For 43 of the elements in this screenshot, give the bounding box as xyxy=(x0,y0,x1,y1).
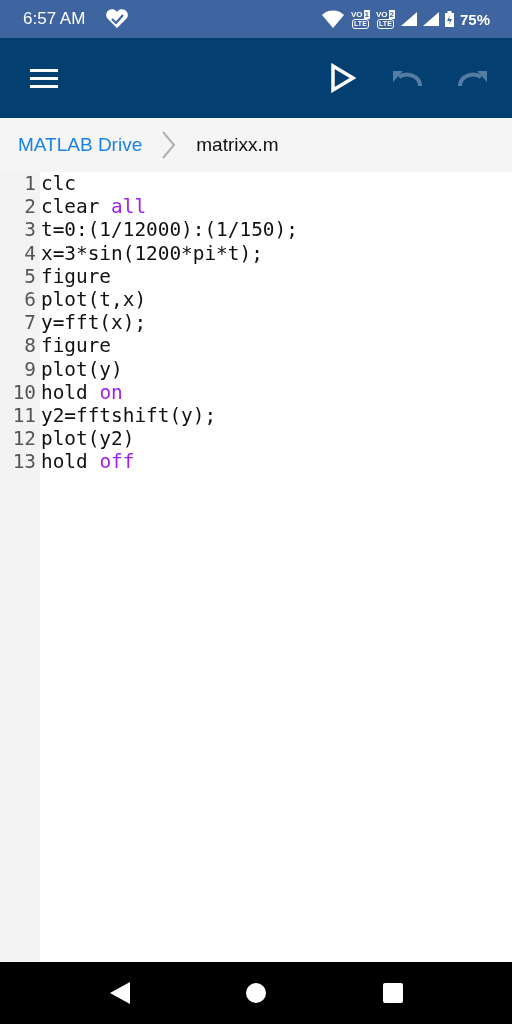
battery-icon xyxy=(444,11,454,27)
undo-icon xyxy=(392,69,422,87)
line-number: 9 xyxy=(24,357,37,381)
line-number: 5 xyxy=(24,264,37,288)
line-number: 7 xyxy=(24,311,37,335)
play-icon xyxy=(330,63,356,93)
recents-icon xyxy=(381,982,404,1004)
code-line: plot(y) xyxy=(41,357,124,381)
line-number: 13 xyxy=(12,450,37,474)
breadcrumb-link[interactable]: MATLAB Drive xyxy=(18,134,143,156)
line-number: 6 xyxy=(24,288,37,312)
menu-icon xyxy=(30,68,58,88)
code-line: y=fft(x); xyxy=(41,311,148,335)
signal-icon xyxy=(422,12,439,26)
battery-text: 75% xyxy=(459,10,490,28)
home-icon xyxy=(245,982,267,1004)
code-line: plot(y2) xyxy=(41,427,136,451)
code-line: plot(t,x) xyxy=(41,288,148,312)
code-line: hold on xyxy=(41,380,124,405)
chevron-icon xyxy=(162,131,177,159)
line-number: 10 xyxy=(12,380,37,405)
code-line: clear all xyxy=(41,195,148,219)
line-number: 12 xyxy=(12,427,37,451)
code-line: hold off xyxy=(41,450,136,474)
heart-check-icon xyxy=(105,9,130,29)
file-name: matrixx.m xyxy=(196,134,279,156)
code-line: figure xyxy=(41,264,113,288)
line-number: 8 xyxy=(24,334,37,358)
wifi-icon xyxy=(320,10,345,28)
signal-icon xyxy=(400,12,417,26)
code-line: x=3*sin(1200*pi*t); xyxy=(41,241,264,265)
redo-icon xyxy=(458,69,488,87)
line-number: 2 xyxy=(24,195,37,219)
line-number: 11 xyxy=(12,404,37,428)
line-number: 4 xyxy=(24,241,37,265)
clock-text: 6:57 AM xyxy=(23,9,86,29)
code-line: clc xyxy=(41,172,78,196)
line-number: 1 xyxy=(24,172,37,196)
code-line: y2=fftshift(y); xyxy=(41,404,218,428)
back-icon xyxy=(108,981,131,1005)
code-line: t=0:(1/12000):(1/150); xyxy=(41,218,299,242)
code-line: figure xyxy=(41,334,113,358)
line-number: 3 xyxy=(24,218,37,242)
